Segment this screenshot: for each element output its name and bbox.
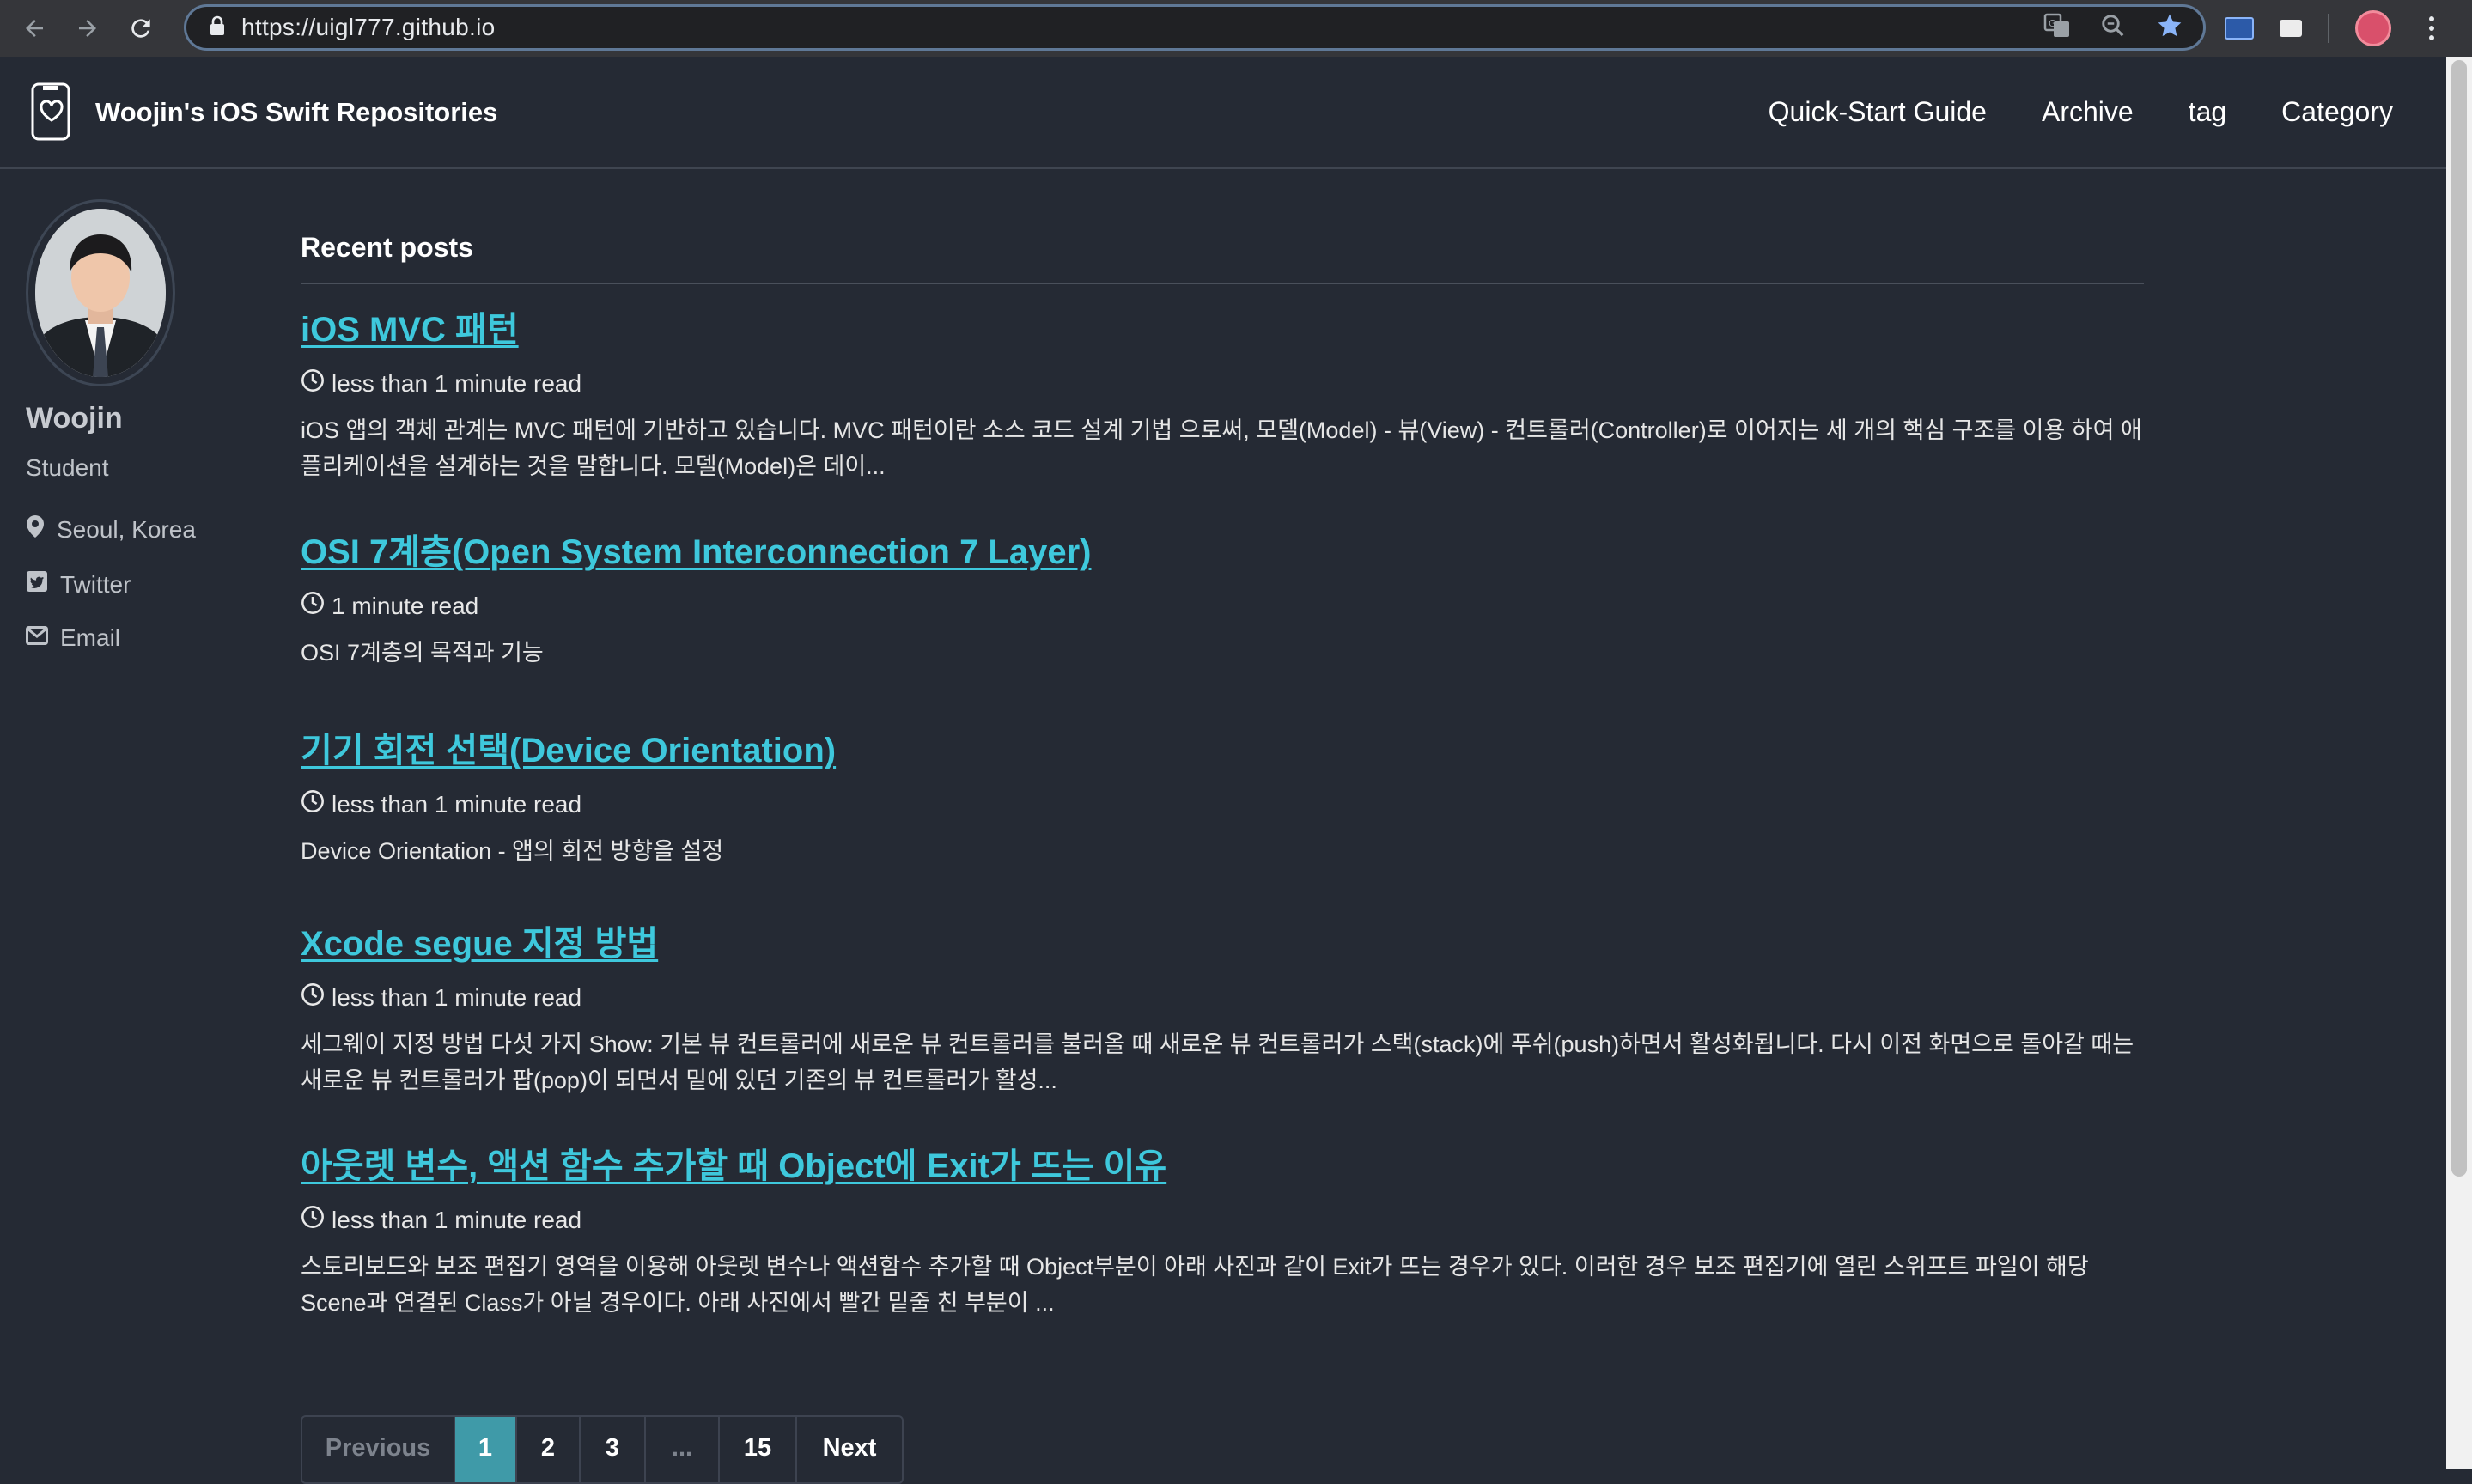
- post-title-link[interactable]: iOS MVC 패턴: [301, 301, 519, 351]
- author-twitter-label[interactable]: Twitter: [60, 571, 131, 599]
- site-logo-icon[interactable]: [29, 82, 74, 147]
- main-content: Recent posts iOS MVC 패턴 less than 1 minu…: [301, 232, 2144, 1321]
- author-location: Seoul, Korea: [26, 514, 258, 544]
- pagination-page-15[interactable]: 15: [720, 1417, 797, 1482]
- author-bio: Student: [26, 454, 109, 481]
- post-item: Xcode segue 지정 방법 less than 1 minute rea…: [301, 915, 2144, 1098]
- read-time: less than 1 minute read: [332, 983, 582, 1011]
- author-twitter-link[interactable]: Twitter: [26, 570, 258, 599]
- clock-icon: [301, 789, 325, 819]
- post-title-link[interactable]: Xcode segue 지정 방법: [301, 915, 658, 965]
- zoom-icon[interactable]: [2100, 13, 2126, 43]
- post-meta: 1 minute read: [301, 591, 2144, 621]
- author-email-label[interactable]: Email: [60, 624, 120, 652]
- read-time: 1 minute read: [332, 592, 479, 619]
- twitter-icon: [26, 570, 48, 599]
- lock-icon: [209, 15, 226, 40]
- pagination-previous[interactable]: Previous: [302, 1417, 455, 1482]
- scrollbar-thumb[interactable]: [2451, 60, 2467, 1177]
- post-excerpt: iOS 앱의 객체 관계는 MVC 패턴에 기반하고 있습니다. MVC 패턴이…: [301, 417, 2142, 479]
- avatar-photo: [35, 209, 166, 377]
- post-excerpt: 세그웨이 지정 방법 다섯 가지 Show: 기본 뷰 컨트롤러에 새로운 뷰 …: [301, 1031, 2134, 1093]
- post-title-link[interactable]: 아웃렛 변수, 액션 함수 추가할 때 Object에 Exit가 뜨는 이유: [301, 1138, 1166, 1188]
- post-item: iOS MVC 패턴 less than 1 minute read iOS 앱…: [301, 301, 2144, 484]
- top-navigation: Quick-Start Guide Archive tag Category: [1769, 96, 2393, 128]
- nav-category[interactable]: Category: [2281, 96, 2393, 128]
- profile-icon[interactable]: [2355, 10, 2391, 46]
- toolbar-divider: [2328, 14, 2329, 43]
- author-email-link[interactable]: Email: [26, 624, 258, 652]
- post-item: OSI 7계층(Open System Interconnection 7 La…: [301, 524, 2144, 671]
- read-time: less than 1 minute read: [332, 790, 582, 818]
- post-title-link[interactable]: OSI 7계층(Open System Interconnection 7 La…: [301, 524, 1092, 574]
- post-item: 아웃렛 변수, 액션 함수 추가할 때 Object에 Exit가 뜨는 이유 …: [301, 1138, 2144, 1321]
- post-meta: less than 1 minute read: [301, 368, 2144, 398]
- extension-area: [2225, 0, 2434, 57]
- email-icon: [26, 624, 48, 652]
- nav-tag[interactable]: tag: [2189, 96, 2226, 128]
- extension-icon[interactable]: [2225, 17, 2254, 40]
- url-text[interactable]: https://uigl777.github.io: [241, 14, 495, 41]
- post-excerpt: OSI 7계층의 목적과 기능: [301, 640, 544, 666]
- author-name: Woojin: [26, 402, 123, 435]
- location-pin-icon: [26, 514, 45, 544]
- post-meta: less than 1 minute read: [301, 982, 2144, 1013]
- read-time: less than 1 minute read: [332, 369, 582, 397]
- reload-icon[interactable]: [124, 11, 158, 46]
- clock-icon: [301, 591, 325, 621]
- site-title[interactable]: Woojin's iOS Swift Repositories: [95, 97, 497, 128]
- bookmark-star-icon[interactable]: [2155, 12, 2184, 44]
- avatar: [26, 199, 175, 386]
- nav-archive[interactable]: Archive: [2042, 96, 2134, 128]
- pagination-next[interactable]: Next: [797, 1417, 902, 1482]
- clock-icon: [301, 982, 325, 1013]
- recent-posts-heading: Recent posts: [301, 232, 2144, 284]
- post-excerpt: 스토리보드와 보조 편집기 영역을 이용해 아웃렛 변수나 액션함수 추가할 때…: [301, 1254, 2089, 1316]
- extension-icon[interactable]: [2280, 20, 2302, 37]
- clock-icon: [301, 368, 325, 398]
- post-title-link[interactable]: 기기 회전 선택(Device Orientation): [301, 722, 836, 772]
- page-scrollbar[interactable]: [2446, 57, 2472, 1469]
- menu-icon[interactable]: [2429, 16, 2434, 40]
- post-excerpt: Device Orientation - 앱의 회전 방향을 설정: [301, 838, 724, 864]
- post-meta: less than 1 minute read: [301, 1205, 2144, 1235]
- svg-text:G: G: [2049, 18, 2056, 29]
- forward-icon[interactable]: [70, 11, 105, 46]
- pagination-page-3[interactable]: 3: [581, 1417, 646, 1482]
- translate-icon[interactable]: G: [2043, 13, 2071, 43]
- post-item: 기기 회전 선택(Device Orientation) less than 1…: [301, 722, 2144, 869]
- clock-icon: [301, 1205, 325, 1235]
- author-links: Seoul, Korea Twitter Email: [26, 514, 258, 652]
- pagination-page-1[interactable]: 1: [455, 1417, 517, 1482]
- pagination: Previous 1 2 3 ... 15 Next: [301, 1415, 904, 1484]
- masthead: Woojin's iOS Swift Repositories Quick-St…: [0, 57, 2446, 169]
- address-bar[interactable]: https://uigl777.github.io G: [184, 4, 2206, 51]
- author-location-label: Seoul, Korea: [57, 515, 196, 543]
- read-time: less than 1 minute read: [332, 1206, 582, 1233]
- pagination-page-2[interactable]: 2: [517, 1417, 581, 1482]
- pagination-ellipsis: ...: [646, 1417, 720, 1482]
- back-icon[interactable]: [17, 11, 52, 46]
- nav-quick-start-guide[interactable]: Quick-Start Guide: [1769, 96, 1987, 128]
- post-meta: less than 1 minute read: [301, 789, 2144, 819]
- author-sidebar: Woojin Student Seoul, Korea Twitter Emai…: [26, 199, 258, 652]
